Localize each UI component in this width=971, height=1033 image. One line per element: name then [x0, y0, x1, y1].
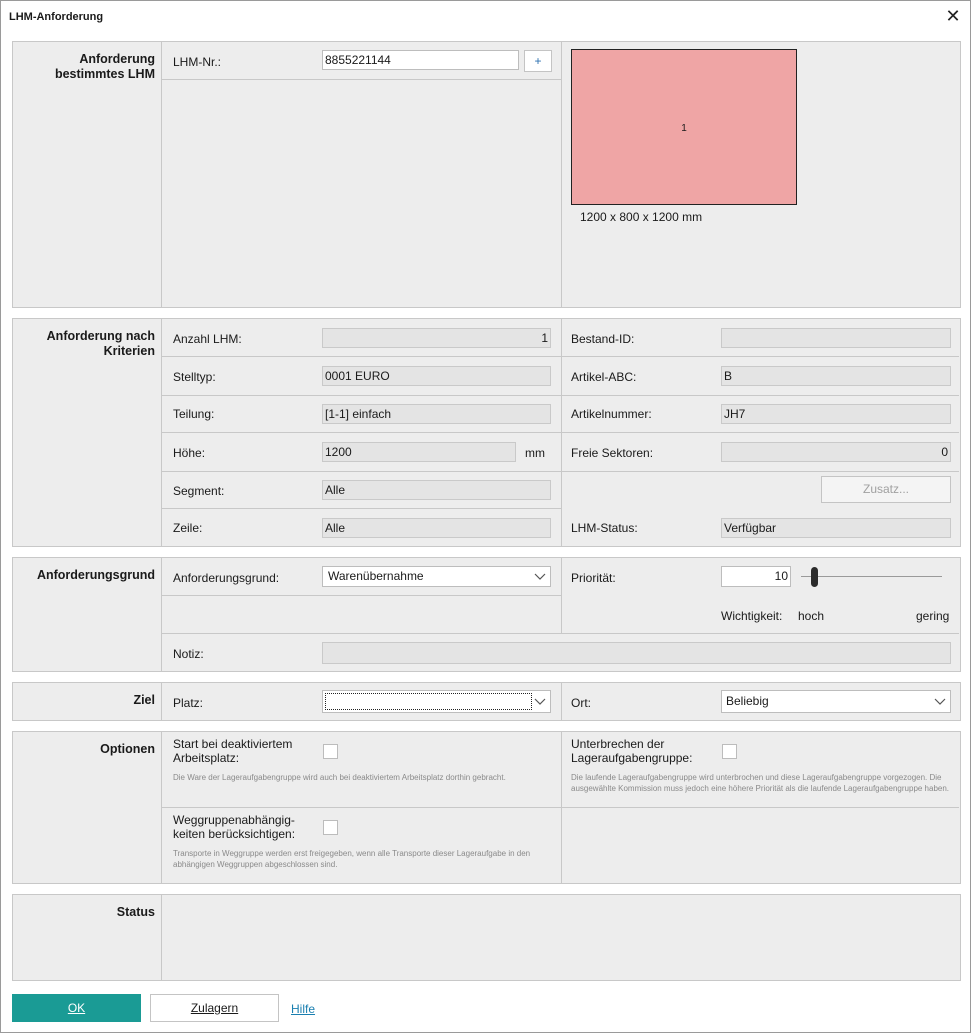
stelltyp-label: Stelltyp: [173, 370, 216, 384]
ort-label: Ort: [571, 696, 591, 710]
hoch-label: hoch [798, 609, 825, 623]
opt-dependency-checkbox[interactable] [323, 820, 338, 835]
anzahl-label: Anzahl LHM: [173, 332, 242, 346]
section-side: Ziel [13, 683, 162, 720]
divider [162, 595, 561, 596]
section-options: Optionen Start bei deaktiviertem Arbeits… [12, 731, 961, 884]
artikelnummer-label: Artikelnummer: [571, 407, 652, 421]
opt-dependency-description: Transporte in Weggruppe werden erst frei… [173, 849, 531, 869]
close-icon[interactable]: ✕ [944, 7, 962, 25]
platz-select[interactable] [322, 690, 551, 713]
stelltyp-field: 0001 EURO [322, 366, 551, 386]
section-heading: Anforderungsgrund [36, 568, 155, 582]
hoehe-field: 1200 [322, 442, 516, 462]
section-heading: Optionen [100, 742, 155, 756]
opt-start-checkbox[interactable] [323, 744, 338, 759]
add-lhm-button[interactable]: + [524, 50, 552, 72]
opt-interrupt-description: Die laufende Lageraufgabengruppe wird un… [571, 773, 950, 793]
zeile-field: Alle [322, 518, 551, 538]
section-side: Anforderungsgrund [13, 558, 162, 671]
wichtigkeit-label: Wichtigkeit: [721, 609, 783, 623]
section-side: Status [13, 895, 162, 980]
opt-interrupt-checkbox[interactable] [722, 744, 737, 759]
notiz-field [322, 642, 951, 664]
ok-button-label: OK [67, 1001, 86, 1015]
chevron-down-icon [934, 698, 946, 705]
lhm-preview-box: 1 [571, 49, 797, 205]
section-heading: Anforderung nach Kriterien [46, 329, 155, 358]
divider [162, 633, 959, 634]
section-reason: Anforderungsgrund Anforderungsgrund: War… [12, 557, 961, 672]
ok-button[interactable]: OK [12, 994, 141, 1022]
lhm-nr-label: LHM-Nr.: [173, 55, 221, 69]
section-status: Status [12, 894, 961, 981]
artikel-abc-label: Artikel-ABC: [571, 370, 637, 384]
sektoren-label: Freie Sektoren: [571, 446, 654, 460]
divider [162, 807, 959, 808]
hoehe-label: Höhe: [173, 446, 206, 460]
divider [162, 356, 959, 357]
bestand-field [721, 328, 951, 348]
section-heading: Ziel [133, 693, 155, 707]
platz-label: Platz: [173, 696, 204, 710]
divider [561, 558, 562, 634]
divider [561, 683, 562, 720]
zulagern-button-label: Zulagern [190, 1001, 239, 1015]
lhm-status-label: LHM-Status: [571, 521, 638, 535]
prio-label: Priorität: [571, 571, 616, 585]
grund-select[interactable]: Warenübernahme [322, 566, 551, 587]
title-bar: LHM-Anforderung ✕ [1, 1, 970, 32]
notiz-label: Notiz: [173, 647, 204, 661]
bestand-label: Bestand-ID: [571, 332, 635, 346]
priority-slider-thumb[interactable] [811, 567, 819, 587]
section-criteria: Anforderung nach Kriterien Anzahl LHM: 1… [12, 318, 961, 547]
opt-start-description: Die Ware der Lageraufgabengruppe wird au… [173, 773, 506, 782]
window-title: LHM-Anforderung [9, 11, 104, 23]
lhm-status-field: Verfügbar [721, 518, 951, 538]
opt-start-label: Start bei deaktiviertem Arbeitsplatz: [173, 737, 293, 765]
platz-select-value [325, 693, 532, 710]
priority-slider-track[interactable] [801, 576, 942, 577]
sektoren-field: 0 [721, 442, 951, 462]
ort-select[interactable]: Beliebig [721, 690, 951, 713]
ort-select-value: Beliebig [726, 694, 769, 708]
section-side: Optionen [13, 732, 162, 883]
chevron-down-icon [534, 573, 546, 580]
preview-number: 1 [681, 123, 687, 134]
help-link[interactable]: Hilfe [291, 1002, 315, 1016]
section-specific-lhm: Anforderung bestimmtes LHM LHM-Nr.: 8855… [12, 41, 961, 308]
divider [162, 432, 959, 433]
divider [162, 471, 959, 472]
segment-label: Segment: [173, 484, 225, 498]
teilung-label: Teilung: [173, 407, 215, 421]
grund-label: Anforderungsgrund: [173, 571, 280, 585]
divider [162, 508, 561, 509]
teilung-field: [1-1] einfach [322, 404, 551, 424]
zeile-label: Zeile: [173, 521, 203, 535]
opt-dependency-label: Weggruppenabhängig-keiten berücksichtige… [173, 813, 296, 841]
artikelnummer-field: JH7 [721, 404, 951, 424]
section-side: Anforderung nach Kriterien [13, 319, 162, 546]
anzahl-field: 1 [322, 328, 551, 348]
zulagern-button[interactable]: Zulagern [150, 994, 279, 1022]
artikel-abc-field: B [721, 366, 951, 386]
grund-select-value: Warenübernahme [328, 569, 424, 583]
opt-interrupt-label: Unterbrechen der Lageraufgabengruppe: [571, 737, 693, 765]
section-heading: Anforderung bestimmtes LHM [54, 52, 155, 81]
dialog-window: LHM-Anforderung ✕ Anforderung bestimmtes… [0, 0, 971, 1033]
segment-field: Alle [322, 480, 551, 500]
section-heading: Status [116, 905, 155, 919]
divider [162, 79, 561, 80]
preview-dimensions: 1200 x 800 x 1200 mm [580, 210, 703, 224]
zusatz-button[interactable]: Zusatz... [821, 476, 951, 503]
section-target: Ziel Platz: Ort: Beliebig [12, 682, 961, 721]
section-side: Anforderung bestimmtes LHM [13, 42, 162, 307]
divider [162, 395, 959, 396]
lhm-nr-input[interactable]: 8855221144 [322, 50, 519, 70]
hoehe-unit: mm [525, 446, 545, 460]
divider [561, 42, 562, 307]
prio-input[interactable]: 10 [721, 566, 791, 587]
gering-label: gering [916, 609, 950, 623]
chevron-down-icon [534, 698, 546, 705]
